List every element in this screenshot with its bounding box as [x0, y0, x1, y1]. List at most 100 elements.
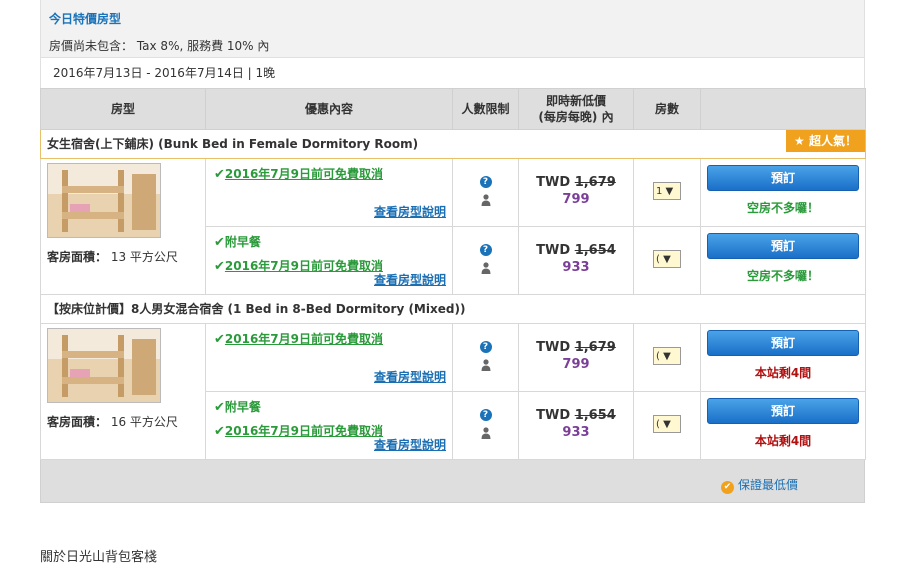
original-price: TWD 1,679	[519, 340, 633, 355]
offer-cell: ✔2016年7月9日前可免費取消查看房型說明	[205, 158, 453, 227]
checkmark-icon: ✔	[214, 424, 225, 439]
room-info-cell: 客房面積： 13 平方公尺	[40, 158, 206, 295]
room-info-cell: 客房面積： 16 平方公尺	[40, 323, 206, 460]
room-qty-select[interactable]: 1 ▼	[653, 182, 681, 200]
offer-cell: ✔附早餐 ✔2016年7月9日前可免費取消 查看房型說明	[205, 391, 453, 460]
qty-cell: ( ▼	[633, 323, 701, 392]
room-photo[interactable]	[47, 163, 161, 238]
col-price: 即時新低價 (每房每晚) 內	[518, 88, 634, 130]
popular-badge: ★ 超人氣！	[786, 130, 865, 152]
offer-cell: ✔2016年7月9日前可免費取消查看房型說明	[205, 323, 453, 392]
help-icon[interactable]: ?	[479, 341, 492, 353]
qty-cell: ( ▼	[633, 226, 701, 295]
checkmark-icon: ✔	[214, 259, 225, 274]
price-cell: TWD 1,679 799	[518, 323, 634, 392]
area-label: 客房面積：	[47, 415, 108, 429]
offer-line[interactable]: ✔2016年7月9日前可免費取消	[214, 330, 452, 348]
book-cell: 預訂空房不多囉！	[700, 158, 866, 227]
checkmark-icon: ✔	[214, 400, 225, 415]
book-button[interactable]: 預訂	[707, 165, 859, 191]
book-cell: 預訂本站剩4間	[700, 391, 866, 460]
offer-cell: ✔附早餐 ✔2016年7月9日前可免費取消 查看房型說明	[205, 226, 453, 295]
col-occupancy: 人數限制	[452, 88, 519, 130]
sale-price: 933	[562, 425, 590, 440]
qty-cell: 1 ▼	[633, 158, 701, 227]
help-icon[interactable]: ?	[479, 176, 492, 188]
col-price-line2: (每房每晚) 內	[538, 110, 614, 124]
person-icon	[481, 262, 491, 274]
checkmark-icon: ✔	[214, 235, 225, 250]
star-icon: ★	[794, 134, 809, 148]
guarantee-link[interactable]: ✔ 保證最低價	[721, 476, 798, 494]
room-header-row: 女生宿舍(上下鋪床) (Bunk Bed in Female Dormitory…	[40, 129, 866, 159]
book-button[interactable]: 預訂	[707, 233, 859, 259]
offer-text: 2016年7月9日前可免費取消	[224, 424, 384, 438]
original-price: TWD 1,654	[519, 243, 633, 258]
chevron-down-icon: ▼	[659, 419, 671, 430]
room-area: 客房面積： 16 平方公尺	[47, 413, 205, 430]
sale-price: 799	[562, 192, 590, 207]
room-qty-select[interactable]: ( ▼	[653, 250, 681, 268]
footer-bar: ✔ 保證最低價	[40, 460, 865, 503]
room-header-cell: 【按床位計價】8人男女混合宿舍 (1 Bed in 8-Bed Dormitor…	[40, 294, 866, 324]
checkmark-icon: ✔	[214, 332, 225, 347]
rooms-table: 房型 優惠內容 人數限制 即時新低價 (每房每晚) 內 房數 女生宿舍(上下鋪床)…	[40, 88, 866, 460]
room-header-cell: 女生宿舍(上下鋪床) (Bunk Bed in Female Dormitory…	[40, 129, 866, 159]
original-price: TWD 1,654	[519, 408, 633, 423]
price-cell: TWD 1,654 933	[518, 226, 634, 295]
area-label: 客房面積：	[47, 250, 108, 264]
room-title: 【按床位計價】8人男女混合宿舍 (1 Bed in 8-Bed Dormitor…	[47, 302, 466, 316]
currency: TWD	[536, 175, 571, 190]
view-room-details-link[interactable]: 查看房型說明	[374, 436, 446, 453]
col-price-line1: 即時新低價	[545, 94, 606, 108]
person-icon	[481, 194, 491, 206]
area-value: 13 平方公尺	[110, 250, 178, 264]
occupancy-cell: ?	[452, 391, 519, 460]
book-cell: 預訂 本站剩4間	[700, 323, 866, 392]
date-range: 2016年7月13日 - 2016年7月14日 | 1晚	[40, 58, 865, 88]
offer-row: 客房面積： 13 平方公尺 ✔2016年7月9日前可免費取消 查看房型說明? TWD …	[40, 158, 866, 295]
qty-cell: ( ▼	[633, 391, 701, 460]
availability-note: 本站剩4間	[754, 434, 812, 448]
offer-line: ✔附早餐	[214, 233, 452, 251]
col-qty: 房數	[633, 88, 701, 130]
tax-note: 房價尚未包含： Tax 8%, 服務費 10% 內	[49, 39, 270, 53]
help-icon[interactable]: ?	[479, 244, 492, 256]
guarantee-label: 保證最低價	[738, 478, 799, 492]
chevron-down-icon: ▼	[659, 351, 671, 362]
room-header-row: 【按床位計價】8人男女混合宿舍 (1 Bed in 8-Bed Dormitor…	[40, 294, 866, 324]
price-cell: TWD 1,654 933	[518, 391, 634, 460]
offer-text: 2016年7月9日前可免費取消	[224, 259, 384, 273]
offer-text: 2016年7月9日前可免費取消	[224, 167, 384, 181]
offer-text: 附早餐	[224, 235, 261, 249]
col-room-type: 房型	[40, 88, 206, 130]
booking-panel: 今日特價房型 房價尚未包含： Tax 8%, 服務費 10% 內 2016年7月…	[40, 0, 866, 503]
badge-label: 超人氣！	[808, 134, 857, 148]
view-room-details-link[interactable]: 查看房型說明	[374, 203, 446, 220]
room-area: 客房面積： 13 平方公尺	[47, 248, 205, 265]
occupancy-cell: ?	[452, 323, 519, 392]
view-room-details-link[interactable]: 查看房型說明	[374, 368, 446, 385]
person-icon	[481, 427, 491, 439]
area-value: 16 平方公尺	[110, 415, 178, 429]
book-button[interactable]: 預訂	[707, 330, 859, 356]
room-qty-select[interactable]: ( ▼	[653, 415, 681, 433]
book-button[interactable]: 預訂	[707, 398, 859, 424]
offer-line[interactable]: ✔2016年7月9日前可免費取消	[214, 165, 452, 183]
room-qty-select[interactable]: ( ▼	[653, 347, 681, 365]
price-cell: TWD 1,679 799	[518, 158, 634, 227]
original-amount: 1,679	[574, 340, 616, 355]
view-room-details-link[interactable]: 查看房型說明	[374, 271, 446, 288]
currency: TWD	[536, 243, 571, 258]
occupancy-cell: ?	[452, 158, 519, 227]
room-photo[interactable]	[47, 328, 161, 403]
original-amount: 1,679	[574, 175, 616, 190]
original-amount: 1,654	[574, 408, 616, 423]
offer-row: 客房面積： 16 平方公尺 ✔2016年7月9日前可免費取消 查看房型說明? TWD …	[40, 323, 866, 460]
room-title: 女生宿舍(上下鋪床) (Bunk Bed in Female Dormitory…	[47, 137, 419, 151]
help-icon[interactable]: ?	[479, 409, 492, 421]
original-amount: 1,654	[574, 243, 616, 258]
col-offer: 優惠內容	[205, 88, 453, 130]
availability-note: 空房不多囉！	[746, 201, 819, 215]
availability-note: 空房不多囉！	[746, 269, 819, 283]
